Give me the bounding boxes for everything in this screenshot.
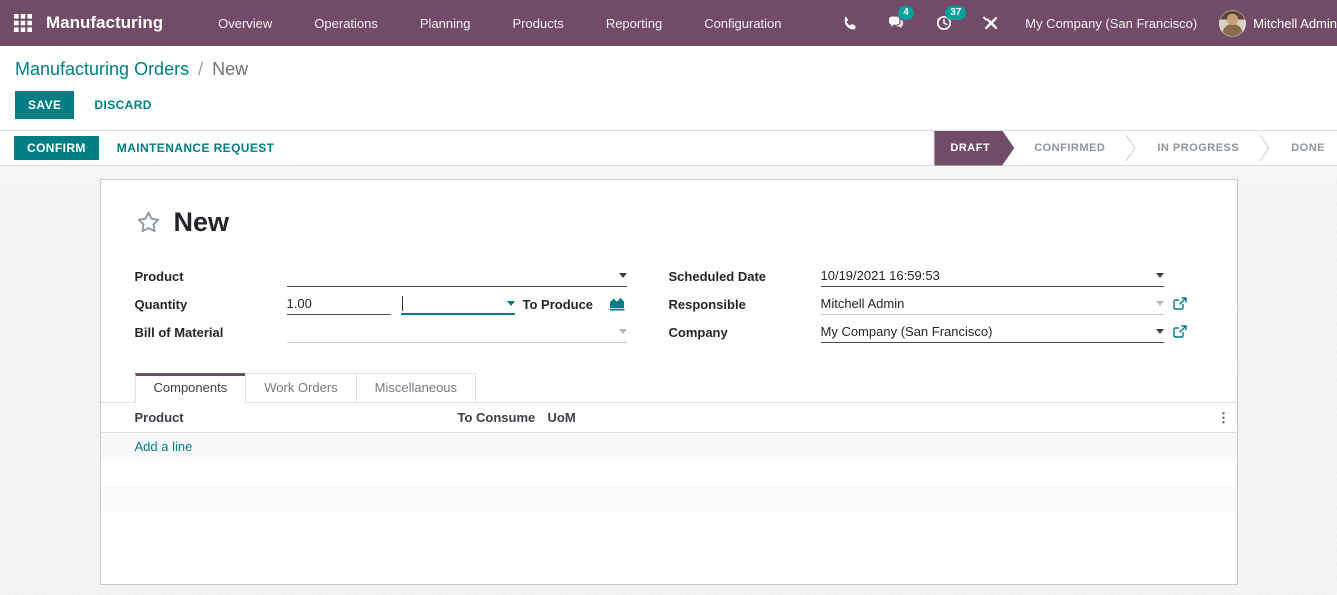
bill-of-material-input[interactable]: [287, 321, 627, 343]
scheduled-date-input[interactable]: 10/19/2021 16:59:53: [821, 265, 1164, 287]
stage-draft[interactable]: DRAFT: [934, 131, 1014, 166]
tab-miscellaneous[interactable]: Miscellaneous: [356, 373, 476, 403]
notebook-tabs: Components Work Orders Miscellaneous: [101, 372, 1237, 403]
stage-pipeline: DRAFT CONFIRMED IN PROGRESS DONE: [933, 131, 1337, 166]
discard-button[interactable]: DISCARD: [88, 91, 157, 119]
optional-columns-toggle[interactable]: ⋮: [1211, 411, 1237, 424]
form-sheet: New Product Quantity 1.00: [100, 179, 1238, 585]
tab-work-orders[interactable]: Work Orders: [245, 373, 356, 403]
area-chart-icon: [608, 296, 626, 312]
chevron-down-icon[interactable]: [507, 301, 515, 306]
activities-badge: 37: [945, 6, 966, 20]
responsible-input[interactable]: Mitchell Admin: [821, 293, 1164, 315]
messages-badge: 4: [898, 6, 914, 20]
company-input[interactable]: My Company (San Francisco): [821, 321, 1164, 343]
column-header-uom[interactable]: UoM: [548, 410, 1211, 425]
quantity-label: Quantity: [135, 297, 287, 312]
external-link-icon: [1173, 325, 1187, 339]
responsible-label: Responsible: [669, 297, 821, 312]
systray: 4 37: [830, 13, 1001, 33]
content-area: New Product Quantity 1.00: [0, 179, 1337, 595]
maintenance-request-button[interactable]: MAINTENANCE REQUEST: [109, 136, 283, 160]
empty-row: [101, 459, 1237, 486]
messages-button[interactable]: 4: [887, 13, 907, 33]
user-name: Mitchell Admin: [1253, 16, 1337, 31]
add-a-line-link[interactable]: Add a line: [101, 433, 1237, 459]
responsible-open-record-button[interactable]: [1173, 297, 1187, 311]
control-panel: Manufacturing Orders / New SAVE DISCARD: [0, 46, 1337, 131]
stage-chevron-icon: [1125, 133, 1137, 163]
menu-planning[interactable]: Planning: [399, 0, 492, 46]
tools-button[interactable]: [981, 13, 1001, 33]
form-left-column: Product Quantity 1.00 To Produce: [135, 262, 669, 346]
breadcrumb-manufacturing-orders[interactable]: Manufacturing Orders: [15, 59, 189, 79]
app-title[interactable]: Manufacturing: [46, 13, 163, 33]
column-header-product[interactable]: Product: [101, 410, 458, 425]
column-header-to-consume[interactable]: To Consume: [458, 410, 548, 425]
scheduled-date-label: Scheduled Date: [669, 269, 821, 284]
apps-grid-icon: [14, 14, 32, 32]
chevron-down-icon[interactable]: [619, 329, 627, 334]
star-icon: [135, 209, 162, 236]
user-menu[interactable]: Mitchell Admin: [1219, 10, 1337, 37]
confirm-button[interactable]: CONFIRM: [14, 136, 99, 160]
menu-operations[interactable]: Operations: [293, 0, 399, 46]
voip-phone-button[interactable]: [840, 13, 860, 33]
to-produce-label: To Produce: [523, 297, 594, 312]
stage-chevron-icon: [1259, 133, 1271, 163]
product-label: Product: [135, 269, 287, 284]
menu-configuration[interactable]: Configuration: [683, 0, 802, 46]
activities-button[interactable]: 37: [934, 13, 954, 33]
forecast-report-button[interactable]: [608, 296, 626, 312]
phone-icon: [842, 15, 859, 32]
company-open-record-button[interactable]: [1173, 325, 1187, 339]
breadcrumb-current: New: [212, 59, 248, 79]
chevron-down-icon[interactable]: [1156, 301, 1164, 306]
bill-of-material-label: Bill of Material: [135, 325, 287, 340]
stage-in-progress[interactable]: IN PROGRESS: [1137, 131, 1259, 166]
breadcrumb-separator: /: [194, 59, 207, 79]
tab-components[interactable]: Components: [135, 373, 247, 403]
company-label: Company: [669, 325, 821, 340]
chevron-down-icon[interactable]: [619, 273, 627, 278]
chevron-down-icon[interactable]: [1156, 273, 1164, 278]
quantity-input[interactable]: 1.00: [287, 293, 391, 315]
statusbar: CONFIRM MAINTENANCE REQUEST DRAFT CONFIR…: [0, 131, 1337, 166]
components-table-header: Product To Consume UoM ⋮: [101, 403, 1237, 433]
favorite-star-button[interactable]: [135, 209, 162, 236]
form-right-column: Scheduled Date 10/19/2021 16:59:53 Respo…: [669, 262, 1203, 346]
apps-menu-button[interactable]: [0, 0, 46, 46]
form-fields: Product Quantity 1.00 To Produce: [101, 262, 1237, 346]
product-input[interactable]: [287, 265, 627, 287]
empty-row: [101, 513, 1237, 540]
save-button[interactable]: SAVE: [15, 91, 74, 119]
stage-confirmed[interactable]: CONFIRMED: [1014, 131, 1125, 166]
menu-products[interactable]: Products: [492, 0, 585, 46]
record-title: New: [174, 207, 230, 238]
avatar: [1219, 10, 1246, 37]
text-cursor: [402, 296, 403, 311]
company-switcher[interactable]: My Company (San Francisco): [1025, 16, 1197, 31]
tools-icon: [982, 14, 1000, 32]
stage-done[interactable]: DONE: [1271, 131, 1337, 166]
menu-reporting[interactable]: Reporting: [585, 0, 683, 46]
external-link-icon: [1173, 297, 1187, 311]
breadcrumb: Manufacturing Orders / New: [15, 59, 1322, 80]
uom-input[interactable]: [401, 293, 515, 315]
chevron-down-icon[interactable]: [1156, 329, 1164, 334]
empty-row: [101, 486, 1237, 513]
menu-overview[interactable]: Overview: [197, 0, 293, 46]
top-navbar: Manufacturing Overview Operations Planni…: [0, 0, 1337, 46]
